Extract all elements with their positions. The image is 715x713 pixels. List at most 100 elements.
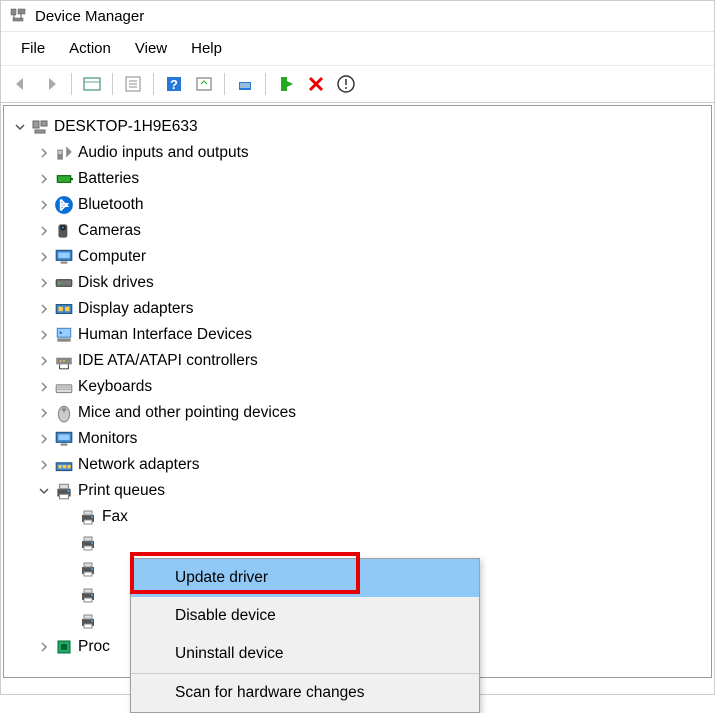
context-menu: Update driver Disable device Uninstall d… bbox=[130, 558, 480, 713]
expand-icon[interactable] bbox=[36, 275, 52, 291]
tree-category[interactable]: Network adapters bbox=[8, 452, 707, 478]
tree-category[interactable]: Keyboards bbox=[8, 374, 707, 400]
menubar: File Action View Help bbox=[1, 32, 714, 66]
expand-icon[interactable] bbox=[36, 145, 52, 161]
expand-icon[interactable] bbox=[36, 327, 52, 343]
tree-category-label: Network adapters bbox=[78, 456, 199, 474]
category-icon bbox=[54, 273, 74, 293]
titlebar: Device Manager bbox=[1, 1, 714, 32]
tree-category[interactable]: Disk drives bbox=[8, 270, 707, 296]
category-icon bbox=[54, 455, 74, 475]
svg-text:?: ? bbox=[170, 77, 178, 92]
help-button[interactable]: ? bbox=[160, 70, 188, 98]
tree-category[interactable]: IDE ATA/ATAPI controllers bbox=[8, 348, 707, 374]
update-driver-button[interactable] bbox=[231, 70, 259, 98]
tree-category[interactable]: Computer bbox=[8, 244, 707, 270]
processor-icon bbox=[54, 637, 74, 657]
expand-icon[interactable] bbox=[36, 301, 52, 317]
tree-category-label: Audio inputs and outputs bbox=[78, 144, 249, 162]
menu-action[interactable]: Action bbox=[57, 36, 123, 61]
tree-root-label: DESKTOP-1H9E633 bbox=[54, 118, 198, 136]
collapse-icon[interactable] bbox=[12, 119, 28, 135]
category-icon bbox=[54, 429, 74, 449]
context-uninstall-device[interactable]: Uninstall device bbox=[131, 635, 479, 673]
printer-icon bbox=[78, 585, 98, 605]
tree-category-label: Bluetooth bbox=[78, 196, 144, 214]
tree-category-label: Human Interface Devices bbox=[78, 326, 252, 344]
tree-device-label: Fax bbox=[102, 508, 128, 526]
expand-icon[interactable] bbox=[36, 431, 52, 447]
expand-icon[interactable] bbox=[36, 379, 52, 395]
category-icon bbox=[54, 195, 74, 215]
tree-category-label: IDE ATA/ATAPI controllers bbox=[78, 352, 258, 370]
expand-icon[interactable] bbox=[36, 353, 52, 369]
collapse-icon[interactable] bbox=[36, 483, 52, 499]
expand-icon[interactable] bbox=[36, 171, 52, 187]
toolbar-separator bbox=[112, 73, 113, 95]
printer-icon bbox=[78, 559, 98, 579]
tree-category-label: Display adapters bbox=[78, 300, 193, 318]
tree-category-label: Print queues bbox=[78, 482, 165, 500]
tree-category-label: Proc bbox=[78, 638, 110, 656]
tree-category-label: Cameras bbox=[78, 222, 141, 240]
tree-category[interactable]: Human Interface Devices bbox=[8, 322, 707, 348]
show-hide-console-button[interactable] bbox=[78, 70, 106, 98]
category-icon bbox=[54, 299, 74, 319]
category-icon bbox=[54, 351, 74, 371]
category-icon bbox=[54, 143, 74, 163]
back-button[interactable] bbox=[7, 70, 35, 98]
category-icon bbox=[54, 221, 74, 241]
tree-category-label: Batteries bbox=[78, 170, 139, 188]
menu-file[interactable]: File bbox=[9, 36, 57, 61]
window-title: Device Manager bbox=[35, 8, 144, 25]
tree-category[interactable]: Audio inputs and outputs bbox=[8, 140, 707, 166]
device-manager-icon bbox=[9, 7, 27, 25]
computer-icon bbox=[30, 117, 50, 137]
tree-category[interactable]: Monitors bbox=[8, 426, 707, 452]
toolbar-separator bbox=[224, 73, 225, 95]
expand-icon[interactable] bbox=[36, 457, 52, 473]
toolbar: ? bbox=[1, 66, 714, 103]
menu-view[interactable]: View bbox=[123, 36, 179, 61]
context-update-driver[interactable]: Update driver bbox=[131, 559, 479, 597]
context-disable-device[interactable]: Disable device bbox=[131, 597, 479, 635]
enable-device-button[interactable] bbox=[272, 70, 300, 98]
expand-icon[interactable] bbox=[36, 223, 52, 239]
printer-icon bbox=[78, 533, 98, 553]
expand-icon[interactable] bbox=[36, 405, 52, 421]
toolbar-separator bbox=[153, 73, 154, 95]
tree-category[interactable]: Mice and other pointing devices bbox=[8, 400, 707, 426]
tree-category[interactable]: Print queues bbox=[8, 478, 707, 504]
tree-category-label: Keyboards bbox=[78, 378, 152, 396]
disable-device-button[interactable] bbox=[302, 70, 330, 98]
expand-icon[interactable] bbox=[36, 249, 52, 265]
tree-category[interactable]: Batteries bbox=[8, 166, 707, 192]
category-icon bbox=[54, 325, 74, 345]
printer-icon bbox=[78, 611, 98, 631]
tree-category[interactable]: Cameras bbox=[8, 218, 707, 244]
printer-icon bbox=[78, 507, 98, 527]
tree-device-fax[interactable]: Fax bbox=[8, 504, 707, 530]
tree-device-printer[interactable] bbox=[8, 530, 707, 556]
properties-button[interactable] bbox=[119, 70, 147, 98]
tree-category-label: Monitors bbox=[78, 430, 137, 448]
tree-root[interactable]: DESKTOP-1H9E633 bbox=[8, 114, 707, 140]
expand-icon[interactable] bbox=[36, 197, 52, 213]
uninstall-device-button[interactable] bbox=[332, 70, 360, 98]
toolbar-separator bbox=[71, 73, 72, 95]
menu-help[interactable]: Help bbox=[179, 36, 234, 61]
tree-category[interactable]: Bluetooth bbox=[8, 192, 707, 218]
tree-category-label: Computer bbox=[78, 248, 146, 266]
forward-button[interactable] bbox=[37, 70, 65, 98]
category-icon bbox=[54, 481, 74, 501]
tree-category[interactable]: Display adapters bbox=[8, 296, 707, 322]
category-icon bbox=[54, 247, 74, 267]
toolbar-separator bbox=[265, 73, 266, 95]
category-icon bbox=[54, 403, 74, 423]
tree-category-label: Mice and other pointing devices bbox=[78, 404, 296, 422]
tree-category-label: Disk drives bbox=[78, 274, 154, 292]
category-icon bbox=[54, 377, 74, 397]
context-scan-hardware[interactable]: Scan for hardware changes bbox=[131, 673, 479, 712]
expand-icon[interactable] bbox=[36, 639, 52, 655]
scan-hardware-button[interactable] bbox=[190, 70, 218, 98]
